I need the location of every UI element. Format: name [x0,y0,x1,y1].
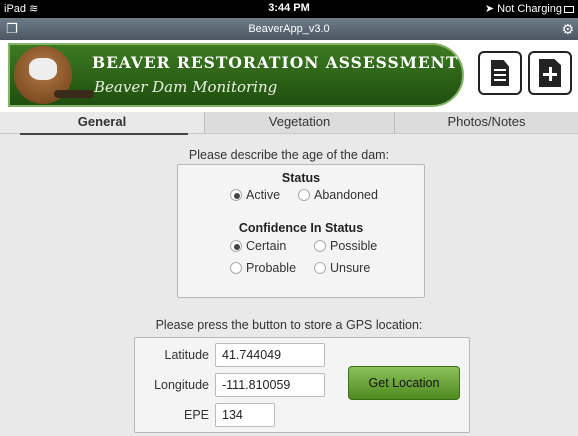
dam-age-prompt: Please describe the age of the dam: [188,148,390,162]
beaver-face [29,58,57,80]
battery-icon [564,6,574,13]
beaver-tail [54,90,94,98]
beaver-logo [14,46,94,104]
longitude-field[interactable]: -111.810059 [215,373,325,397]
radio-button[interactable] [298,189,310,201]
gps-box: Latitude 41.744049 Longitude -111.810059… [134,337,470,433]
gps-prompt: Please press the button to store a GPS l… [155,318,423,332]
epe-label: EPE [183,408,209,422]
radio-possible[interactable]: Possible [314,239,377,253]
status-box: Status Active Abandoned Confidence In St… [177,164,425,298]
new-document-button[interactable] [478,51,522,95]
banner-subtitle: Beaver Dam Monitoring [94,78,278,96]
longitude-label: Longitude [154,378,209,392]
radio-button-selected[interactable] [230,189,242,201]
radio-button[interactable] [230,262,242,274]
epe-field[interactable]: 134 [215,403,275,427]
radio-certain[interactable]: Certain [230,239,286,253]
tab-vegetation[interactable]: Vegetation [205,112,395,133]
location-arrow-icon: ➤ [484,3,495,15]
banner-title: BEAVER RESTORATION ASSESSMENT TOOL [92,53,519,72]
radio-button-selected[interactable] [230,240,242,252]
latitude-field[interactable]: 41.744049 [215,343,325,367]
radio-abandoned[interactable]: Abandoned [298,188,378,202]
copy-icon[interactable]: ❐ [6,18,18,40]
app-banner: BEAVER RESTORATION ASSESSMENT TOOL Beave… [0,40,578,112]
confidence-title: Confidence In Status [238,221,364,235]
latitude-label: Latitude [164,348,209,362]
status-bar: iPad ≋ 3:44 PM ➤ Not Charging [0,0,578,18]
charging-status: ➤ Not Charging [485,2,574,15]
get-location-button[interactable]: Get Location [348,366,460,400]
radio-unsure[interactable]: Unsure [314,261,370,275]
radio-active[interactable]: Active [230,188,280,202]
radio-probable[interactable]: Probable [230,261,296,275]
radio-button[interactable] [314,240,326,252]
tab-general[interactable]: General [0,112,205,135]
status-title: Status [281,171,321,185]
tab-bar: General Vegetation Photos/Notes [0,112,578,135]
add-document-icon [539,59,561,87]
window-title: BeaverApp_v3.0 [248,23,330,35]
radio-button[interactable] [314,262,326,274]
document-icon [491,60,509,86]
add-document-button[interactable] [528,51,572,95]
gear-icon[interactable]: ⚙ [561,18,574,40]
tab-photos-notes[interactable]: Photos/Notes [395,112,578,133]
window-title-bar: ❐ BeaverApp_v3.0 ⚙ [0,18,578,40]
